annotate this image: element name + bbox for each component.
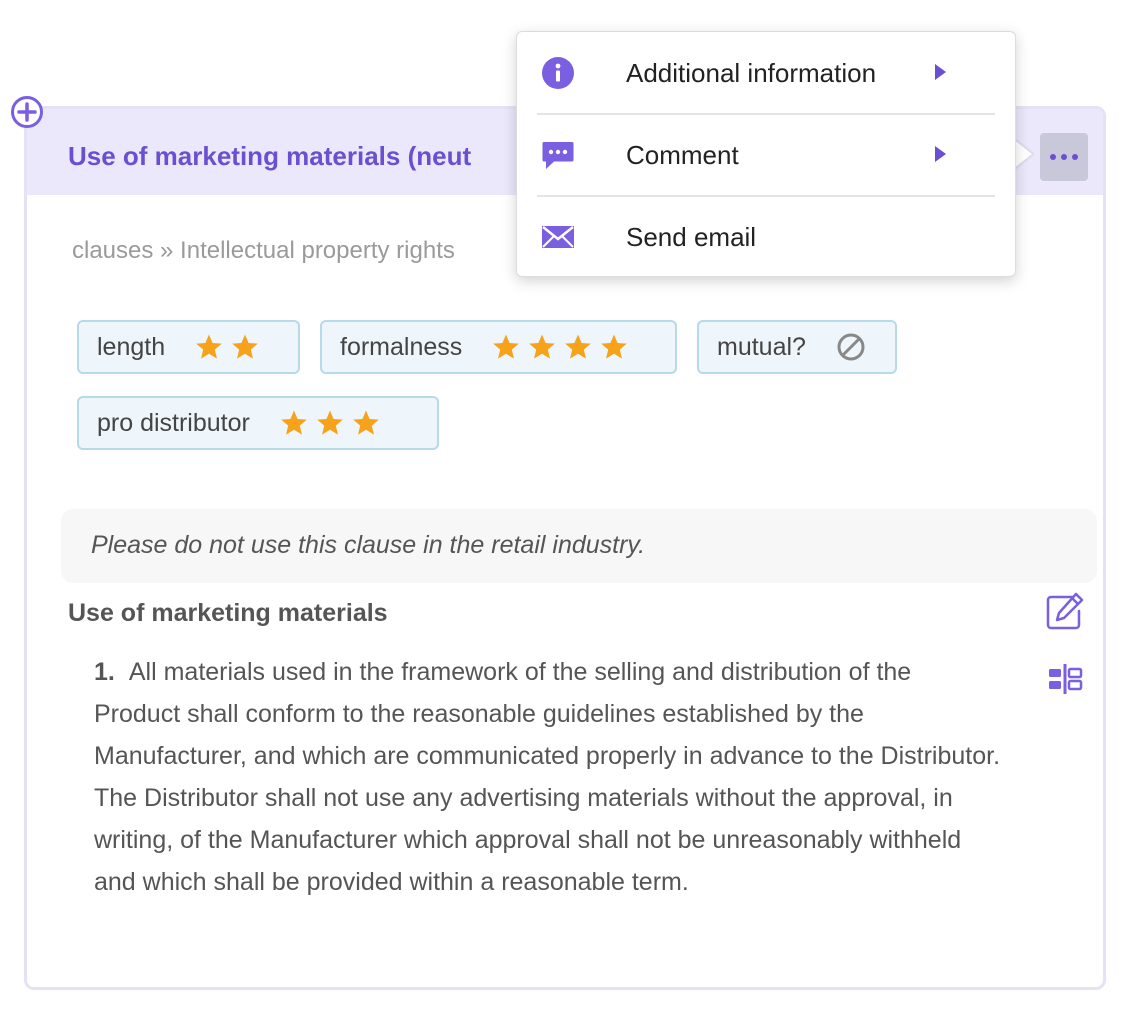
breadcrumb[interactable]: clauses » Intellectual property rights: [72, 237, 455, 265]
menu-item-comment[interactable]: Comment: [517, 114, 1015, 196]
star-icon: [317, 410, 343, 435]
menu-item-send-email[interactable]: Send email: [517, 196, 1015, 278]
comment-icon: [542, 142, 574, 169]
tag-pro-distributor[interactable]: pro distributor: [77, 396, 439, 450]
tag-label: mutual?: [717, 332, 806, 361]
envelope-icon: [542, 226, 574, 248]
star-icon: [232, 334, 258, 359]
submenu-caret-icon: [935, 64, 946, 80]
tag-label: formalness: [340, 332, 463, 361]
clause-text: All materials used in the framework of t…: [94, 658, 1001, 896]
rating-stars: [280, 409, 380, 437]
tag-mutual[interactable]: mutual?: [697, 320, 897, 374]
star-icon: [281, 410, 307, 435]
section-title: Use of marketing materials: [68, 599, 388, 627]
menu-item-label: Send email: [626, 222, 757, 252]
menu-item-label: Additional information: [626, 58, 877, 88]
more-dot-icon: [1072, 154, 1078, 160]
menu-item-label: Comment: [626, 140, 739, 170]
more-dot-icon: [1050, 154, 1056, 160]
rating-stars: [492, 333, 628, 361]
submenu-caret-icon: [935, 146, 946, 162]
star-icon: [493, 334, 520, 359]
clause-paragraph: 1. All materials used in the framework of…: [94, 651, 1004, 903]
add-clause-icon[interactable]: [10, 95, 44, 129]
info-icon: [542, 57, 574, 89]
star-icon: [565, 334, 592, 359]
tag-label: pro distributor: [97, 408, 250, 437]
star-icon: [601, 334, 628, 359]
star-icon: [196, 334, 222, 359]
menu-item-additional-information[interactable]: Additional information: [517, 32, 1015, 114]
rating-stars: [195, 333, 259, 361]
options-menu: Additional information Comment Send emai…: [516, 31, 1016, 277]
star-icon: [529, 334, 556, 359]
tag-length[interactable]: length: [77, 320, 300, 374]
page: Use of marketing materials (neut clauses…: [0, 0, 1128, 1030]
card-title[interactable]: Use of marketing materials (neut: [68, 141, 471, 172]
not-allowed-icon: [837, 333, 865, 361]
tag-label: length: [97, 332, 166, 361]
star-icon: [353, 410, 379, 435]
edit-icon[interactable]: [1043, 591, 1085, 633]
more-dot-icon: [1061, 154, 1067, 160]
usage-note-text: Please do not use this clause in the ret…: [91, 531, 646, 559]
alternatives-icon[interactable]: [1047, 663, 1083, 695]
clause-number: 1.: [94, 658, 115, 686]
tag-formalness[interactable]: formalness: [320, 320, 677, 374]
more-options-button[interactable]: [1040, 133, 1088, 181]
usage-note: Please do not use this clause in the ret…: [61, 509, 1097, 583]
